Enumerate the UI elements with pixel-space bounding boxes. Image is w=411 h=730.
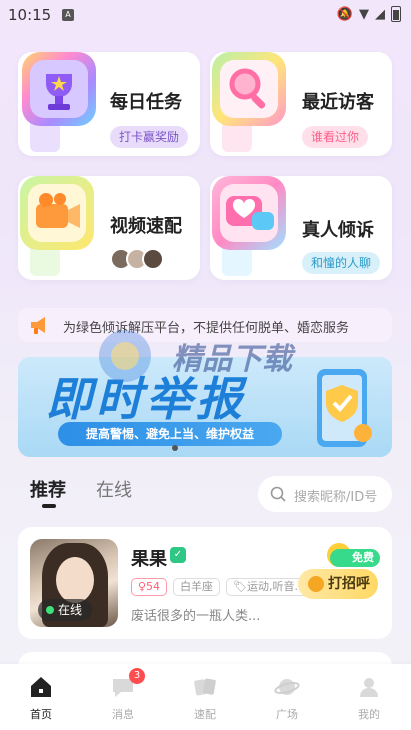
- bottom-nav: 首页 3 消息 速配 广场 我的: [0, 664, 411, 730]
- nav-item-profile[interactable]: 我的: [339, 664, 399, 730]
- nav-label: 广场: [276, 708, 298, 721]
- status-bar: 10:15 A 🔕 ▼ ◢: [0, 0, 411, 30]
- card-title: 最近访客: [302, 92, 374, 113]
- megaphone-icon: [31, 317, 45, 334]
- feature-card-daily-task[interactable]: 每日任务 打卡赢奖励: [18, 52, 200, 156]
- tab-recommended[interactable]: 推荐: [30, 476, 66, 502]
- search-placeholder: 搜索昵称/ID号: [294, 490, 378, 505]
- nav-item-match[interactable]: 速配: [175, 664, 235, 730]
- online-dot-icon: [46, 606, 54, 614]
- phone-shield-icon: [317, 369, 372, 447]
- user-tags: ♀54 白羊座 🏷运动,听音...: [131, 578, 313, 596]
- card-title: 每日任务: [110, 92, 182, 113]
- mute-icon: 🔕: [336, 6, 353, 22]
- unread-badge: 3: [129, 668, 145, 684]
- banner-pager-dot: [172, 445, 178, 451]
- trophy-icon: [22, 52, 96, 126]
- video-camera-icon: [20, 176, 94, 250]
- notification-app-icon: A: [62, 9, 74, 21]
- notice-bar: 为绿色倾诉解压平台，不提供任何脱单、婚恋服务: [18, 308, 392, 342]
- tab-active-indicator: [42, 504, 56, 508]
- online-status-badge: 在线: [38, 599, 93, 621]
- card-title: 真人倾诉: [302, 220, 374, 241]
- signal-icon: ◢: [375, 6, 385, 22]
- user-bio: 废话很多的一瓶人类...: [131, 609, 261, 624]
- wave-hand-icon: [308, 576, 324, 592]
- feature-card-recent-visitors[interactable]: 最近访客 谁看过你: [210, 52, 392, 156]
- banner-subtitle: 提高警惕、避免上当、维护权益: [58, 422, 282, 446]
- wifi-icon: ▼: [359, 6, 369, 22]
- nav-item-home[interactable]: 首页: [11, 664, 71, 730]
- age-chip: ♀54: [131, 578, 168, 596]
- nav-item-messages[interactable]: 3 消息: [93, 664, 153, 730]
- nav-item-plaza[interactable]: 广场: [257, 664, 317, 730]
- tab-online[interactable]: 在线: [96, 476, 132, 502]
- verified-icon: ✓: [170, 547, 186, 563]
- zodiac-chip: 白羊座: [173, 578, 221, 596]
- nav-label: 首页: [30, 708, 52, 721]
- heart-chat-icon: [212, 176, 286, 250]
- card-tag: 打卡赢奖励: [110, 126, 189, 148]
- magnifier-icon: [212, 52, 286, 126]
- greet-button[interactable]: 打招呼: [298, 569, 378, 599]
- user-avatar-stack: [110, 248, 170, 272]
- planet-icon: [274, 679, 300, 695]
- avatar: [142, 248, 164, 270]
- status-time: 10:15: [8, 6, 52, 24]
- status-icons: 🔕 ▼ ◢: [337, 6, 401, 22]
- battery-icon: [391, 6, 401, 22]
- avatar-face: [56, 557, 94, 603]
- nav-label: 速配: [194, 708, 216, 721]
- user-card[interactable]: 在线 果果 ✓ ♀54 白羊座 🏷运动,听音... 废话很多的一瓶人类... 免…: [18, 527, 392, 639]
- report-banner[interactable]: 即时举报 提高警惕、避免上当、维护权益: [18, 357, 392, 457]
- online-label: 在线: [58, 603, 83, 617]
- notice-text: 为绿色倾诉解压平台，不提供任何脱单、婚恋服务: [63, 321, 350, 336]
- card-title: 视频速配: [110, 216, 182, 237]
- profile-icon: [360, 678, 378, 697]
- feature-card-real-talk[interactable]: 真人倾诉 和憧的人聊: [210, 176, 392, 280]
- feature-card-video-match[interactable]: 视频速配: [18, 176, 200, 280]
- search-input[interactable]: 搜索昵称/ID号: [258, 476, 392, 512]
- nav-label: 消息: [112, 708, 134, 721]
- free-badge: 免费: [330, 549, 380, 567]
- nav-label: 我的: [358, 708, 380, 721]
- user-name: 果果: [131, 549, 167, 570]
- greet-label: 打招呼: [328, 576, 370, 592]
- card-tag: 谁看过你: [302, 126, 369, 148]
- search-icon: [270, 486, 286, 502]
- card-tag: 和憧的人聊: [302, 252, 381, 274]
- banner-title: 即时举报: [46, 372, 246, 426]
- home-icon: [31, 677, 51, 697]
- match-cards-icon: [194, 678, 216, 696]
